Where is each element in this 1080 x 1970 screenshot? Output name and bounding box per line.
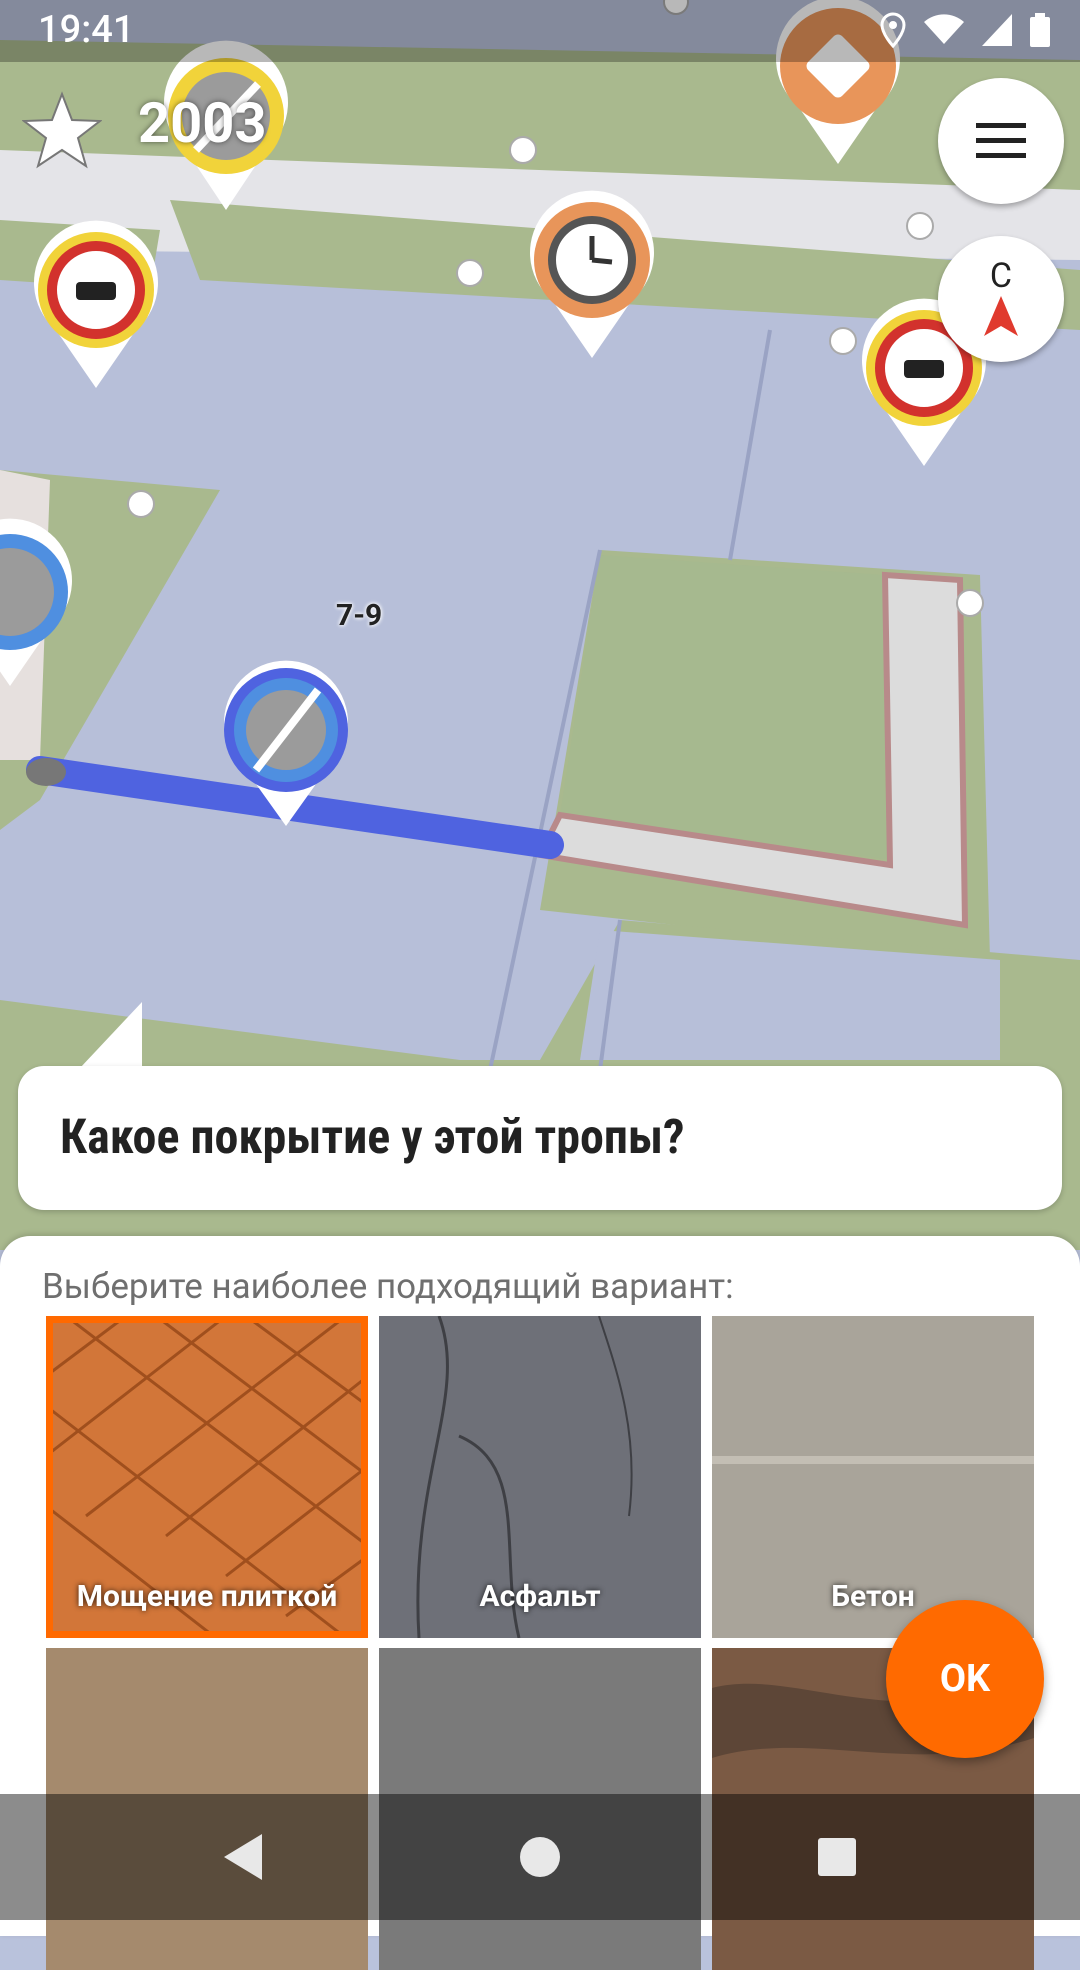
option-concrete[interactable]: Бетон: [712, 1316, 1034, 1638]
option-paving-stones[interactable]: Мощение плиткой: [46, 1316, 368, 1638]
compass-arrow-icon: [984, 296, 1018, 336]
home-icon[interactable]: [507, 1824, 573, 1890]
recents-icon[interactable]: [804, 1824, 870, 1890]
house-number-label: 7-9: [336, 598, 383, 633]
menu-button[interactable]: [938, 78, 1064, 204]
option-label: Мощение плиткой: [76, 1579, 338, 1614]
compass-button[interactable]: С: [938, 236, 1064, 362]
answer-hint: Выберите наиболее подходящий вариант:: [42, 1266, 734, 1307]
quest-question: Какое покрытие у этой тропы?: [60, 1108, 685, 1165]
bubble-tail: [80, 1002, 142, 1068]
quest-question-bubble: Какое покрытие у этой тропы?: [18, 1066, 1062, 1210]
compass-north-label: С: [989, 256, 1013, 296]
option-asphalt[interactable]: Асфальт: [379, 1316, 701, 1638]
status-bar: 19:41: [0, 0, 1080, 62]
star-icon[interactable]: [22, 90, 102, 170]
status-time: 19:41: [38, 8, 135, 52]
navigation-bar: [0, 1794, 1080, 1920]
option-label: Асфальт: [479, 1579, 601, 1614]
wifi-icon: [924, 14, 964, 44]
battery-icon: [1030, 13, 1050, 47]
location-icon: [880, 12, 906, 48]
hamburger-icon: [976, 123, 1026, 158]
status-icons: [880, 12, 1050, 48]
ok-button[interactable]: OK: [886, 1600, 1044, 1758]
star-count[interactable]: 2003: [138, 90, 267, 156]
back-icon[interactable]: [212, 1824, 278, 1890]
signal-icon: [982, 14, 1012, 46]
